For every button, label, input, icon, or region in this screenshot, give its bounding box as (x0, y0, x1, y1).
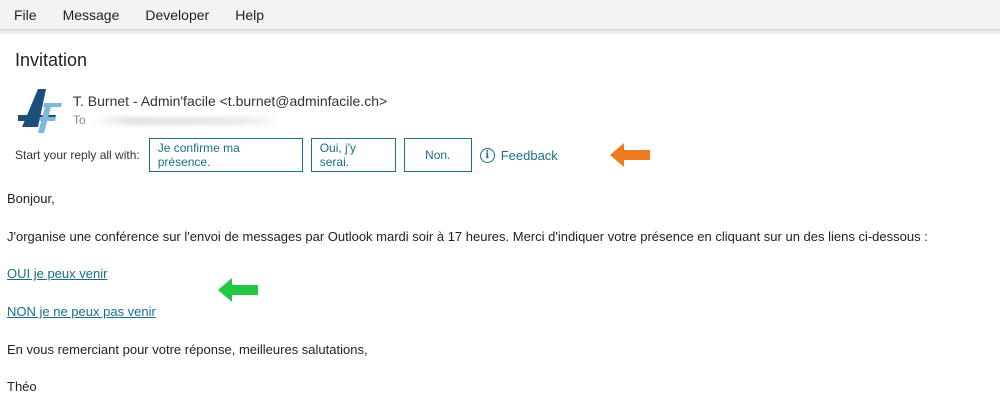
menu-divider (0, 30, 1000, 36)
reply-yes-button[interactable]: Oui, j'y serai. (310, 138, 396, 172)
info-icon: i (479, 147, 495, 163)
signature: Théo (7, 379, 37, 394)
sender-name[interactable]: T. Burnet - Admin'facile <t.burnet@admin… (73, 93, 387, 109)
link-yes[interactable]: OUI je peux venir (7, 266, 107, 281)
recipient-redacted (92, 117, 282, 125)
to-label: To (73, 113, 86, 127)
reply-label: Start your reply all with: (15, 148, 140, 162)
message-paragraph: J'organise une conférence sur l'envoi de… (7, 229, 928, 244)
green-arrow-icon (218, 278, 258, 302)
menu-message[interactable]: Message (63, 7, 120, 23)
menu-developer[interactable]: Developer (145, 7, 209, 23)
feedback-link[interactable]: i Feedback (479, 147, 558, 163)
menu-file[interactable]: File (14, 7, 37, 23)
feedback-label: Feedback (500, 147, 558, 163)
sender-logo (18, 89, 62, 133)
greeting: Bonjour, (7, 191, 55, 206)
closing: En vous remerciant pour votre réponse, m… (7, 342, 368, 357)
suggested-replies: Start your reply all with: Je confirme m… (15, 138, 558, 172)
reply-confirm-button[interactable]: Je confirme ma présence. (148, 138, 303, 172)
email-subject: Invitation (15, 50, 88, 70)
menu-bar: File Message Developer Help (0, 0, 1000, 30)
reply-no-button[interactable]: Non. (403, 138, 472, 172)
orange-arrow-icon (610, 143, 650, 167)
menu-help[interactable]: Help (235, 7, 264, 23)
link-no[interactable]: NON je ne peux pas venir (7, 304, 156, 319)
